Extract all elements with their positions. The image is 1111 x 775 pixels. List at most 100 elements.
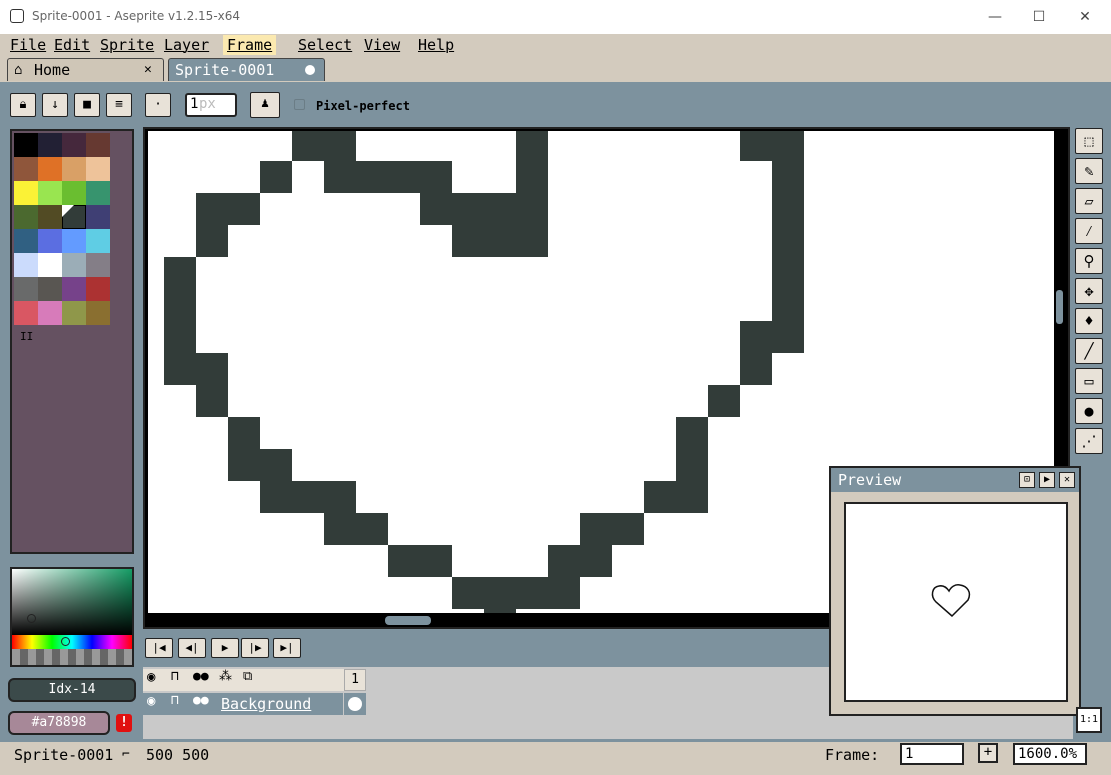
close-icon[interactable]: ✕ xyxy=(1059,472,1075,488)
menu-frame[interactable]: Frame xyxy=(223,35,277,55)
continuous-icon[interactable]: ●● xyxy=(193,669,209,684)
lock-icon[interactable]: ⊓ xyxy=(171,669,179,684)
palette-swatch[interactable] xyxy=(62,133,86,157)
maximize-button[interactable]: ☐ xyxy=(1016,6,1062,28)
palette-swatch[interactable] xyxy=(38,205,62,229)
palette-swatch[interactable] xyxy=(86,229,110,253)
color-hex-indicator[interactable]: #a78898 xyxy=(8,711,110,735)
eraser-icon[interactable]: ▱ xyxy=(1075,188,1103,214)
menu-layer[interactable]: Layer xyxy=(160,35,213,55)
rectangle-icon[interactable]: ▭ xyxy=(1075,368,1103,394)
bookmark-icon[interactable]: ■ xyxy=(74,93,100,117)
horizontal-scrollbar[interactable] xyxy=(385,616,431,625)
alpha-slider[interactable] xyxy=(12,649,132,665)
ink-type-icon[interactable]: ♟ xyxy=(250,92,280,118)
palette-swatch[interactable] xyxy=(38,181,62,205)
first-frame-button[interactable]: |◀ xyxy=(145,638,173,658)
palette-swatch[interactable] xyxy=(86,157,110,181)
menu-select[interactable]: Select xyxy=(294,35,356,55)
palette-swatch[interactable] xyxy=(62,157,86,181)
menu-edit[interactable]: Edit xyxy=(50,35,94,55)
lock-icon[interactable]: 🔒︎ xyxy=(10,93,36,117)
play-button[interactable]: ▶ xyxy=(211,638,239,658)
palette-swatch[interactable] xyxy=(86,277,110,301)
previous-frame-button[interactable]: ◀| xyxy=(178,638,206,658)
tab-home[interactable]: ⌂ Home ✕ xyxy=(7,58,164,81)
modified-dot-icon[interactable] xyxy=(305,65,315,75)
vertical-scrollbar[interactable] xyxy=(1056,290,1063,324)
spray-icon[interactable]: ⋰ xyxy=(1075,428,1103,454)
lock-icon[interactable]: ⊓ xyxy=(171,693,179,708)
warning-icon[interactable]: ! xyxy=(116,714,132,732)
continuous-icon[interactable]: ●● xyxy=(193,693,209,708)
palette-swatch[interactable] xyxy=(14,277,38,301)
palette-swatch[interactable] xyxy=(86,133,110,157)
tab-close-icon[interactable]: ✕ xyxy=(144,59,152,81)
zoom-icon[interactable]: ⚲ xyxy=(1075,248,1103,274)
menu-sprite[interactable]: Sprite xyxy=(96,35,158,55)
saturation-value-box[interactable] xyxy=(12,569,132,635)
menu-view[interactable]: View xyxy=(360,35,404,55)
center-icon[interactable]: ⊡ xyxy=(1019,472,1035,488)
play-icon[interactable]: ▶ xyxy=(1039,472,1055,488)
brush-type-icon[interactable]: · xyxy=(145,93,171,117)
rect-select-icon[interactable]: ⬚ xyxy=(1075,128,1103,154)
palette-swatch[interactable] xyxy=(62,229,86,253)
palette-swatch[interactable] xyxy=(62,181,86,205)
palette-resize-handle[interactable]: II xyxy=(20,330,33,343)
palette-swatch[interactable] xyxy=(38,253,62,277)
frame-input[interactable]: 1 xyxy=(900,743,964,765)
palette-swatch[interactable] xyxy=(62,205,86,229)
palette-swatch[interactable] xyxy=(14,301,38,325)
color-index-indicator[interactable]: Idx-14 xyxy=(8,678,136,702)
palette-swatch[interactable] xyxy=(14,205,38,229)
next-frame-button[interactable]: |▶ xyxy=(241,638,269,658)
hue-slider[interactable] xyxy=(12,635,132,649)
palette-swatch[interactable] xyxy=(38,277,62,301)
blur-icon[interactable]: ● xyxy=(1075,398,1103,424)
palette-swatch[interactable] xyxy=(62,301,86,325)
zoom-input[interactable]: 1600.0% xyxy=(1013,743,1087,765)
pencil-icon[interactable]: ✎ xyxy=(1075,158,1103,184)
layer-name[interactable]: Background xyxy=(221,693,311,715)
hue-cursor[interactable] xyxy=(61,637,70,646)
paint-bucket-icon[interactable]: ♦ xyxy=(1075,308,1103,334)
palette-swatch[interactable] xyxy=(62,277,86,301)
eye-icon[interactable]: ◉ xyxy=(147,693,155,709)
minimize-button[interactable]: — xyxy=(972,6,1018,28)
palette-swatch[interactable] xyxy=(38,229,62,253)
add-frame-button[interactable]: + xyxy=(978,743,998,763)
palette-swatch[interactable] xyxy=(38,133,62,157)
zoom-one-to-one-button[interactable]: 1:1 xyxy=(1076,707,1102,733)
palette-swatch[interactable] xyxy=(14,157,38,181)
palette-swatch[interactable] xyxy=(38,301,62,325)
arrow-down-icon[interactable]: ↓ xyxy=(42,93,68,117)
cel-1[interactable] xyxy=(344,693,366,715)
eye-icon[interactable]: ◉ xyxy=(147,669,155,685)
pixel-perfect-checkbox[interactable] xyxy=(294,99,305,110)
palette-swatch[interactable] xyxy=(86,181,110,205)
palette-swatch[interactable] xyxy=(38,157,62,181)
line-icon[interactable]: ╱ xyxy=(1075,338,1103,364)
layer-group-icon[interactable]: ⁂ xyxy=(219,669,232,684)
palette-swatch[interactable] xyxy=(14,229,38,253)
palette-swatch[interactable] xyxy=(86,253,110,277)
move-icon[interactable]: ✥ xyxy=(1075,278,1103,304)
preview-canvas[interactable] xyxy=(844,502,1068,702)
palette-swatch[interactable] xyxy=(14,181,38,205)
menu-file[interactable]: File xyxy=(6,35,50,55)
color-picker[interactable] xyxy=(10,567,134,667)
color-cursor[interactable] xyxy=(27,614,36,623)
close-button[interactable]: ✕ xyxy=(1062,6,1108,28)
palette-swatch[interactable] xyxy=(14,133,38,157)
hamburger-menu-icon[interactable]: ≡ xyxy=(106,93,132,117)
brush-size-input[interactable]: 1 px xyxy=(185,93,237,117)
last-frame-button[interactable]: ▶| xyxy=(273,638,301,658)
palette-swatch[interactable] xyxy=(14,253,38,277)
palette-swatch[interactable] xyxy=(62,253,86,277)
tab-sprite[interactable]: Sprite-0001 xyxy=(168,58,325,81)
onion-skin-icon[interactable]: ⧉ xyxy=(243,669,252,684)
layer-row-background[interactable]: ◉ ⊓ ●● Background xyxy=(143,693,343,715)
frame-header-1[interactable]: 1 xyxy=(344,669,366,691)
eyedropper-icon[interactable]: ⁄ xyxy=(1075,218,1103,244)
